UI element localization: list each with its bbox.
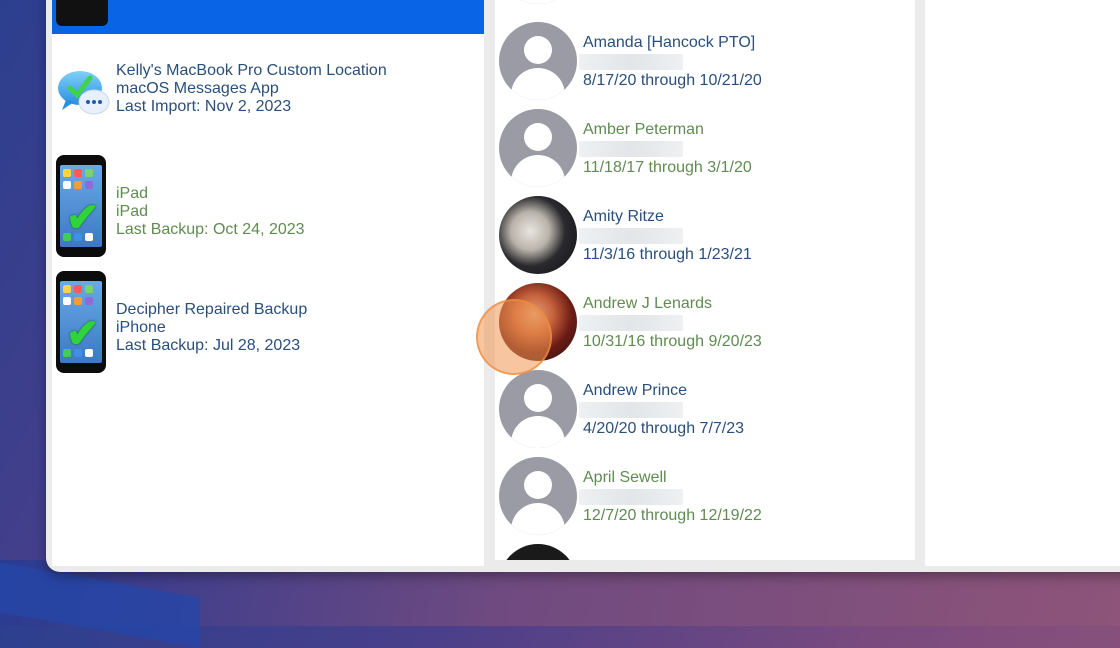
avatar-photo — [499, 196, 577, 274]
contact-name: Amber Peterman — [583, 121, 704, 138]
contact-dates: 8/17/20 through 10/21/20 — [583, 72, 762, 89]
contact-row[interactable]: Amity Ritze 11/3/16 through 1/23/21 — [495, 196, 915, 283]
avatar-default-icon — [499, 22, 577, 100]
backup-type: iPhone — [116, 319, 166, 336]
avatar-photo — [499, 544, 577, 560]
backup-date: Last Backup: Jul 28, 2023 — [116, 337, 301, 354]
backup-name: Kelly's MacBook Pro Custom Location — [116, 62, 387, 79]
avatar — [499, 0, 577, 4]
contact-name: Amanda [Hancock PTO] — [583, 34, 756, 51]
messages-icon — [56, 68, 110, 118]
backup-name: Decipher Repaired Backup — [116, 301, 308, 318]
contact-name: Amity Ritze — [583, 208, 664, 225]
avatar-default-icon — [499, 457, 577, 535]
redacted-number — [579, 315, 683, 331]
backup-type: iPad — [116, 203, 149, 220]
contact-row[interactable]: Amanda [Hancock PTO] 8/17/20 through 10/… — [495, 22, 915, 109]
contact-name: Andrew Prince — [583, 382, 688, 399]
iphone-check-icon: ✔ — [56, 155, 106, 257]
backup-date: Last Import: Nov 2, 2023 — [116, 98, 292, 115]
backup-date: Last Backup: Oct 24, 2023 — [116, 221, 305, 238]
redacted-number — [579, 489, 683, 505]
contacts-list[interactable]: Amanda [Hancock PTO] 8/17/20 through 10/… — [495, 0, 915, 560]
contact-dates: 12/7/20 through 12/19/22 — [583, 507, 762, 524]
redacted-number — [579, 402, 683, 418]
iphone-check-icon: ✔ — [56, 271, 106, 373]
contact-row[interactable]: Amber Peterman 11/18/17 through 3/1/20 — [495, 109, 915, 196]
backup-row-decipher-repaired[interactable]: ✔ Decipher Repaired Backup iPhone Last B… — [52, 271, 484, 375]
app-window: Kelly's MacBook Pro Custom Location macO… — [46, 0, 1120, 572]
detail-pane — [925, 0, 1120, 566]
redacted-number — [579, 228, 683, 244]
backup-row-selected[interactable] — [52, 0, 484, 34]
contact-dates: 10/31/16 through 9/20/23 — [583, 333, 762, 350]
iphone-icon — [56, 0, 108, 26]
backup-type: macOS Messages App — [116, 80, 279, 97]
redacted-number — [579, 141, 683, 157]
contact-name: Andrew J Lenards — [583, 295, 712, 312]
cursor-highlight-icon — [476, 299, 552, 375]
contact-dates: 11/18/17 through 3/1/20 — [583, 159, 752, 176]
backup-row-macbook[interactable]: Kelly's MacBook Pro Custom Location macO… — [52, 62, 484, 142]
contact-name: April Sewell — [583, 469, 667, 486]
backups-list[interactable]: Kelly's MacBook Pro Custom Location macO… — [52, 0, 484, 566]
contact-row[interactable]: Andrew J Lenards 10/31/16 through 9/20/2… — [495, 283, 915, 370]
contact-dates: 11/3/16 through 1/23/21 — [583, 246, 752, 263]
backup-name: iPad — [116, 185, 149, 202]
avatar-default-icon — [499, 109, 577, 187]
avatar-default-icon — [499, 370, 577, 448]
backup-row-ipad[interactable]: ✔ iPad iPad Last Backup: Oct 24, 2023 — [52, 155, 484, 259]
redacted-number — [579, 54, 683, 70]
contact-row[interactable]: Andrew Prince 4/20/20 through 7/7/23 — [495, 370, 915, 457]
contact-row[interactable]: April Sewell 12/7/20 through 12/19/22 — [495, 457, 915, 544]
contact-dates: 4/20/20 through 7/7/23 — [583, 420, 745, 437]
